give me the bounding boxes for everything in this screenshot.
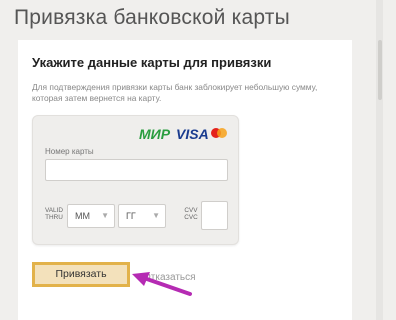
page-title: Привязка банковской карты [14, 6, 290, 29]
expiry-year-select[interactable]: ГГ ▼ [118, 204, 166, 228]
card-number-input[interactable] [45, 159, 228, 181]
bind-card-button[interactable]: Привязать [32, 262, 130, 287]
form-heading: Укажите данные карты для привязки [32, 55, 272, 70]
expiry-year-value: ГГ [126, 211, 136, 221]
visa-logo: VISA [176, 126, 209, 142]
annotation-arrow-icon [132, 272, 192, 296]
card-number-label: Номер карты [45, 147, 94, 156]
cvv-label: CVV CVC [184, 207, 198, 221]
mir-logo: МИР [139, 126, 171, 142]
chevron-down-icon: ▼ [152, 211, 160, 220]
form-description: Для подтверждения привязки карты банк за… [32, 82, 318, 103]
chevron-down-icon: ▼ [101, 211, 109, 220]
expiry-month-select[interactable]: ММ ▼ [67, 204, 115, 228]
valid-thru-label: VALID THRU [45, 207, 63, 221]
bank-card-form: МИР VISA Номер карты VALID THRU ММ ▼ ГГ … [32, 115, 239, 245]
expiry-month-value: ММ [75, 211, 90, 221]
cvv-input[interactable] [201, 201, 228, 230]
scrollbar-thumb[interactable] [378, 40, 382, 100]
mastercard-icon [211, 128, 227, 138]
